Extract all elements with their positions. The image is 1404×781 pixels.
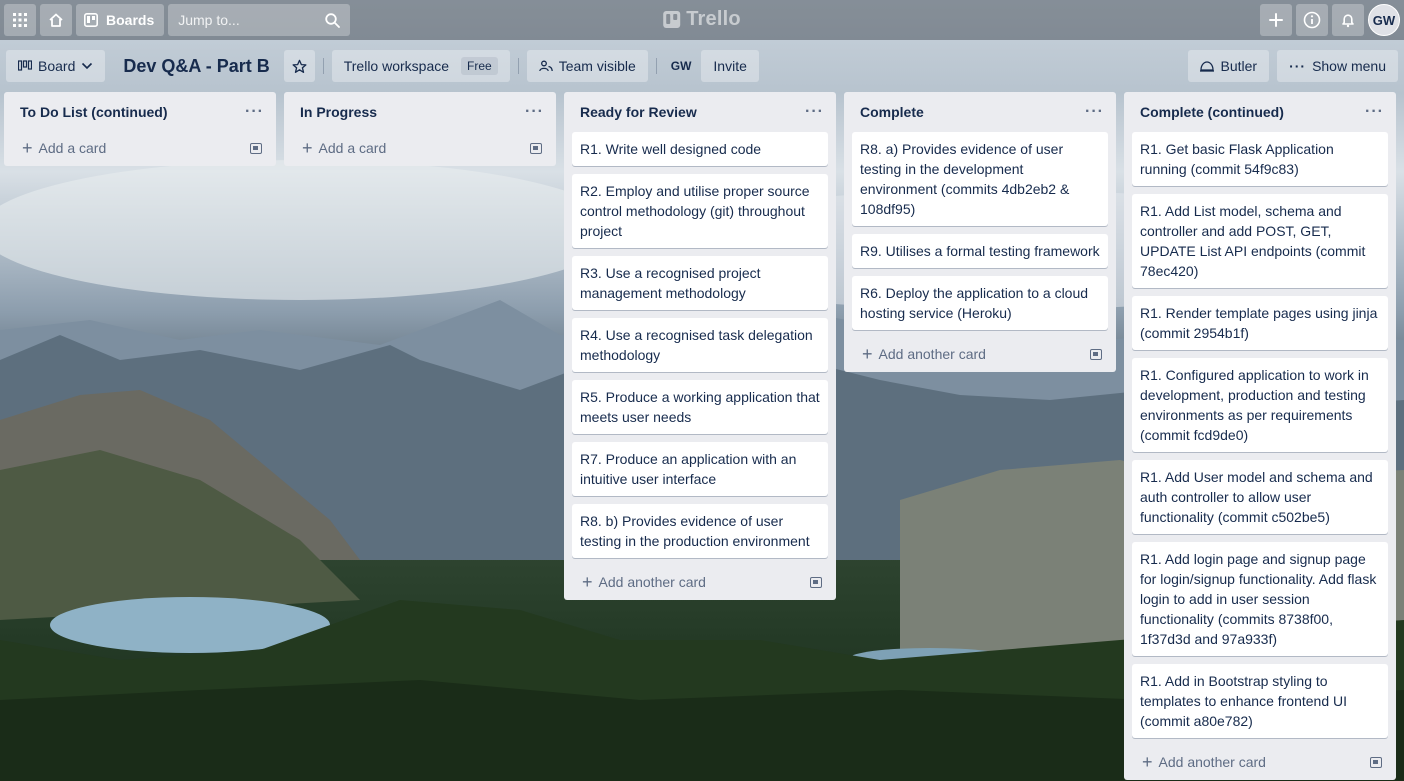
card[interactable]: R1. Add List model, schema and controlle…: [1132, 194, 1388, 288]
home-icon: [49, 13, 63, 27]
add-card-button[interactable]: + Add another card: [1132, 744, 1388, 780]
workspace-label: Trello workspace: [343, 58, 450, 74]
add-card-label: Add a card: [38, 140, 107, 156]
plus-icon: +: [1142, 752, 1153, 772]
list-menu-icon[interactable]: ···: [525, 103, 544, 121]
card[interactable]: R1. Add User model and schema and auth c…: [1132, 460, 1388, 534]
add-card-button[interactable]: + Add a card: [292, 130, 548, 166]
team-icon: [538, 60, 553, 72]
boards-label: Boards: [106, 12, 155, 28]
card[interactable]: R1. Get basic Flask Application running …: [1132, 132, 1388, 186]
butler-button[interactable]: Butler: [1188, 50, 1270, 82]
notifications-button[interactable]: [1332, 4, 1364, 36]
card[interactable]: R1. Add login page and signup page for l…: [1132, 542, 1388, 656]
card[interactable]: R1. Write well designed code: [572, 132, 828, 166]
board-view-label: Board: [38, 58, 76, 74]
card[interactable]: R5. Produce a working application that m…: [572, 380, 828, 434]
board-view-switcher[interactable]: Board: [6, 50, 106, 82]
grid-icon: [13, 13, 27, 27]
card-template-icon[interactable]: [250, 142, 262, 154]
butler-icon: [1200, 61, 1215, 72]
card-template-icon[interactable]: [530, 142, 542, 154]
search-input[interactable]: Jump to...: [168, 4, 351, 36]
plus-icon: +: [582, 572, 593, 592]
add-card-button[interactable]: + Add another card: [852, 336, 1108, 372]
card[interactable]: R8. b) Provides evidence of user testing…: [572, 504, 828, 558]
list-complete: Complete ··· R8. a) Provides evidence of…: [844, 92, 1116, 372]
card[interactable]: R3. Use a recognised project management …: [572, 256, 828, 310]
visibility-label: Team visible: [558, 58, 636, 74]
trello-logo-icon: [663, 11, 681, 28]
add-card-button[interactable]: + Add a card: [12, 130, 268, 166]
list-complete-continued: Complete (continued) ··· R1. Get basic F…: [1124, 92, 1396, 780]
card[interactable]: R1. Render template pages using jinja (c…: [1132, 296, 1388, 350]
show-menu-label: Show menu: [1312, 58, 1386, 74]
list-title[interactable]: Complete (continued): [1140, 104, 1284, 120]
card[interactable]: R6. Deploy the application to a cloud ho…: [852, 276, 1108, 330]
card-template-icon[interactable]: [810, 576, 822, 588]
card[interactable]: R1. Configured application to work in de…: [1132, 358, 1388, 452]
visibility-button[interactable]: Team visible: [526, 50, 648, 82]
create-button[interactable]: [1260, 4, 1292, 36]
list-to-do-continued: To Do List (continued) ··· + Add a card: [4, 92, 276, 166]
butler-label: Butler: [1220, 58, 1258, 74]
card[interactable]: R4. Use a recognised task delegation met…: [572, 318, 828, 372]
trello-logo[interactable]: Trello: [663, 8, 741, 31]
header-divider: [322, 58, 324, 74]
add-card-label: Add another card: [1158, 754, 1266, 770]
invite-button[interactable]: Invite: [701, 50, 759, 82]
info-button[interactable]: [1296, 4, 1328, 36]
info-icon: [1303, 11, 1321, 29]
card-template-icon[interactable]: [1370, 756, 1382, 768]
search-icon: [325, 12, 341, 28]
card-template-icon[interactable]: [1090, 348, 1102, 360]
board-header: Board Dev Q&A - Part B Trello workspace …: [0, 40, 1404, 92]
boards-button[interactable]: Boards: [76, 4, 165, 36]
list-title[interactable]: Complete: [860, 104, 924, 120]
list-title[interactable]: Ready for Review: [580, 104, 697, 120]
list-ready-for-review: Ready for Review ··· R1. Write well desi…: [564, 92, 836, 600]
list-menu-icon[interactable]: ···: [805, 103, 824, 121]
add-card-label: Add another card: [598, 574, 706, 590]
home-button[interactable]: [40, 4, 72, 36]
card[interactable]: R7. Produce an application with an intui…: [572, 442, 828, 496]
workspace-button[interactable]: Trello workspace Free: [331, 50, 510, 82]
list-menu-icon[interactable]: ···: [1365, 103, 1384, 121]
show-menu-button[interactable]: ··· Show menu: [1277, 50, 1398, 82]
invite-label: Invite: [713, 58, 747, 74]
list-title[interactable]: In Progress: [300, 104, 377, 120]
plus-icon: +: [302, 138, 313, 158]
add-card-label: Add another card: [878, 346, 986, 362]
card[interactable]: R9. Utilises a formal testing framework: [852, 234, 1108, 268]
list-menu-icon[interactable]: ···: [1085, 103, 1104, 121]
header-divider: [517, 58, 519, 74]
card[interactable]: R8. a) Provides evidence of user testing…: [852, 132, 1108, 226]
plus-icon: +: [22, 138, 33, 158]
search-placeholder: Jump to...: [178, 12, 240, 28]
add-card-label: Add a card: [318, 140, 387, 156]
user-avatar[interactable]: GW: [1368, 4, 1400, 36]
plus-icon: [1269, 13, 1283, 27]
star-icon: [292, 59, 307, 73]
header-divider: [655, 58, 657, 74]
card[interactable]: R2. Employ and utilise proper source con…: [572, 174, 828, 248]
card[interactable]: R1. Add in Bootstrap styling to template…: [1132, 664, 1388, 738]
list-menu-icon[interactable]: ···: [245, 103, 264, 121]
more-icon: ···: [1289, 58, 1307, 74]
bell-icon: [1342, 14, 1354, 28]
plus-icon: +: [862, 344, 873, 364]
add-card-button[interactable]: + Add another card: [572, 564, 828, 600]
boards-icon: [84, 13, 98, 27]
chevron-down-icon: [82, 62, 93, 70]
list-title[interactable]: To Do List (continued): [20, 104, 168, 120]
top-navigation-bar: Boards Jump to... Trello GW: [0, 0, 1404, 40]
board-member-avatar[interactable]: GW: [671, 59, 692, 73]
logo-text: Trello: [686, 8, 741, 30]
list-in-progress: In Progress ··· + Add a card: [284, 92, 556, 166]
star-board-button[interactable]: [283, 50, 315, 82]
apps-grid-button[interactable]: [4, 4, 36, 36]
board-title[interactable]: Dev Q&A - Part B: [123, 56, 269, 77]
workspace-plan-badge: Free: [461, 57, 498, 75]
board-view-icon: [18, 60, 32, 71]
